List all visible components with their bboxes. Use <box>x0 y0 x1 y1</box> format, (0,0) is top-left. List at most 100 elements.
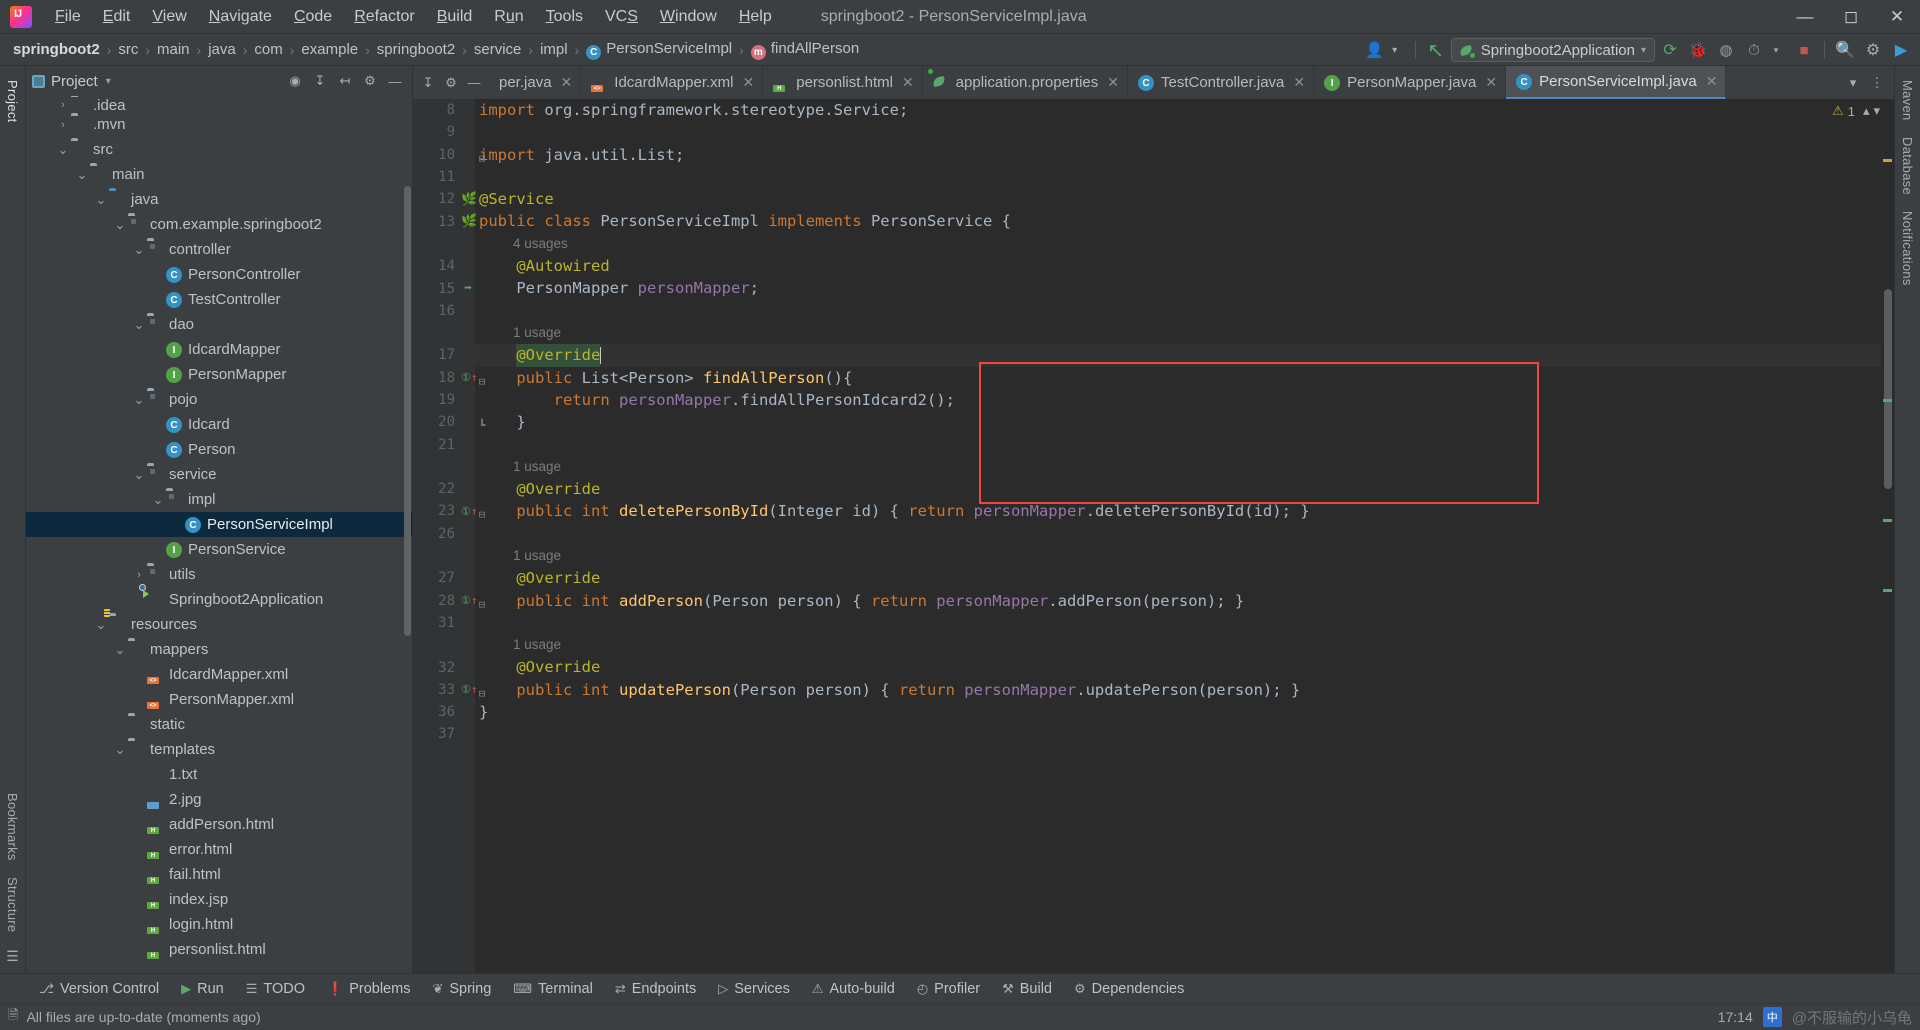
tree-node-pojo[interactable]: ⌄ pojo <box>26 387 412 412</box>
chevron-down-icon[interactable]: ⌄ <box>74 167 90 183</box>
chevron-down-icon[interactable]: ⌄ <box>112 217 128 233</box>
usage-hint[interactable]: 1 usage <box>475 634 1894 656</box>
run-icon[interactable]: ⟳ <box>1657 37 1683 63</box>
inspection-widget[interactable]: ⚠ 1 ▴ ▾ <box>1832 103 1880 119</box>
code-editor[interactable]: ⚠ 1 ▴ ▾ 8 9 10 11 12 🌿 13 🌿 14 15 ➡ 16 17 18 ①↑ 19 20 21 2… <box>413 99 1894 973</box>
tree-node-idcard[interactable]: C Idcard <box>26 412 412 437</box>
close-tab-icon[interactable]: ✕ <box>743 74 755 91</box>
breadcrumb-java[interactable]: java <box>205 39 239 60</box>
tree-node-static[interactable]: static <box>26 712 412 737</box>
breadcrumb-impl[interactable]: impl <box>537 39 571 60</box>
code-line-28[interactable]: public int addPerson (Person person) { re… <box>475 590 1894 612</box>
editor-tab-personserviceimpl-java[interactable]: C PersonServiceImpl.java ✕ <box>1506 66 1727 99</box>
code-fold-icon[interactable]: ⊟ <box>475 371 489 393</box>
breadcrumb-springboot2-pkg[interactable]: springboot2 <box>374 39 458 60</box>
breadcrumb-service[interactable]: service <box>471 39 525 60</box>
breadcrumb-class[interactable]: C PersonServiceImpl <box>583 38 735 62</box>
close-tab-icon[interactable]: ✕ <box>1107 74 1119 91</box>
bottom-tool-version-control[interactable]: ⎇ Version Control <box>30 978 168 1000</box>
tree-node-com-example-springboot2[interactable]: ⌄ com.example.springboot2 <box>26 212 412 237</box>
editor-tab-application-properties[interactable]: application.properties ✕ <box>923 66 1128 99</box>
tab-options-menu-icon[interactable]: ⋮ <box>1866 72 1888 94</box>
usage-hint[interactable]: 1 usage <box>475 322 1894 344</box>
tree-node-personmapper[interactable]: I PersonMapper <box>26 362 412 387</box>
code-line-14[interactable]: @Autowired <box>475 255 1894 277</box>
menu-file[interactable]: File <box>44 3 92 31</box>
breadcrumb-method[interactable]: m findAllPerson <box>748 38 862 62</box>
menu-run[interactable]: Run <box>483 3 534 31</box>
usage-hint[interactable]: 1 usage <box>475 456 1894 478</box>
chevron-right-icon[interactable]: › <box>55 119 71 131</box>
bottom-tool-window-bar[interactable]: ⎇ Version Control ▶ Run ☰ TODO ❗ Problems ❦ Sprin… <box>0 973 1920 1003</box>
breadcrumb-com[interactable]: com <box>251 39 285 60</box>
stop-icon[interactable]: ■ <box>1791 37 1817 63</box>
project-file-tree[interactable]: › .idea › .mvn ⌄ src ⌄ main ⌄ java ⌄ com.example.sp… <box>26 96 412 973</box>
tree-node-person[interactable]: C Person <box>26 437 412 462</box>
chevron-down-icon[interactable]: ⌄ <box>112 742 128 758</box>
chevron-down-icon[interactable]: ⌄ <box>131 317 147 333</box>
tab-list-dropdown-icon[interactable]: ▾ <box>1842 72 1864 94</box>
tree-node-idcardmapper[interactable]: I IdcardMapper <box>26 337 412 362</box>
override-method-icon[interactable]: ①↑ <box>461 594 478 607</box>
run-with-coverage-icon[interactable]: ◍ <box>1713 37 1739 63</box>
scrollbar-thumb[interactable] <box>1884 289 1892 489</box>
chevron-right-icon[interactable]: › <box>55 99 71 111</box>
code-line-8[interactable]: import org.springframework.stereotype. Se… <box>475 99 1894 121</box>
tool-window-notifications[interactable]: Notifications <box>1897 203 1918 294</box>
maximize-button[interactable]: ◻ <box>1828 0 1874 34</box>
code-line-16[interactable] <box>475 300 1894 322</box>
chevron-down-icon[interactable]: ▾ <box>106 76 111 87</box>
tree-node-mappers[interactable]: ⌄ mappers <box>26 637 412 662</box>
hide-panel-icon[interactable]: — <box>384 70 406 92</box>
code-line-18[interactable]: public List <Person> findAllPerson(){ <box>475 367 1894 389</box>
chevron-down-icon[interactable]: ⌄ <box>131 242 147 258</box>
code-line-13[interactable]: public class PersonServiceImpl implement… <box>475 210 1894 232</box>
code-line-33[interactable]: public int updatePerson (Person person) {… <box>475 679 1894 701</box>
menu-bar[interactable]: File Edit View Navigate Code Refactor Bu… <box>44 3 783 31</box>
editor-tabs[interactable]: per.java ✕ <> IdcardMapper.xml ✕ Hpersonlist.… <box>489 66 1836 99</box>
ide-assistant-icon[interactable]: ▶ <box>1888 37 1914 63</box>
code-line-21[interactable] <box>475 433 1894 455</box>
close-tab-icon[interactable]: ✕ <box>561 74 573 91</box>
chevron-up-icon[interactable]: ▴ <box>1863 103 1870 119</box>
bottom-tool-todo[interactable]: ☰ TODO <box>237 978 314 1000</box>
bottom-tool-problems[interactable]: ❗ Problems <box>318 978 419 1000</box>
code-line-20[interactable]: } <box>475 411 1894 433</box>
chevron-down-icon[interactable]: ⌄ <box>150 492 166 508</box>
tree-node-dao[interactable]: ⌄ dao <box>26 312 412 337</box>
menu-tools[interactable]: Tools <box>535 3 594 31</box>
menu-view[interactable]: View <box>141 3 197 31</box>
override-method-icon[interactable]: ①↑ <box>461 505 478 518</box>
spring-bean-icon[interactable]: 🌿 <box>461 192 477 207</box>
code-line-12[interactable]: @Service <box>475 188 1894 210</box>
bottom-tool-services[interactable]: ▷ Services <box>709 978 799 1000</box>
hide-editor-icon[interactable]: — <box>463 72 485 94</box>
settings-gear-icon[interactable]: ⚙ <box>440 72 462 94</box>
menu-vcs[interactable]: VCS <box>594 3 649 31</box>
menu-refactor[interactable]: Refactor <box>343 3 425 31</box>
usage-hint[interactable]: 1 usage <box>475 545 1894 567</box>
editor-vertical-scrollbar[interactable] <box>1881 99 1894 973</box>
tree-node-impl[interactable]: ⌄ impl <box>26 487 412 512</box>
chevron-down-icon[interactable]: ▾ <box>1763 37 1789 63</box>
chevron-down-icon[interactable]: ⌄ <box>93 192 109 208</box>
breadcrumb-src[interactable]: src <box>115 39 141 60</box>
editor-tab-per-java[interactable]: per.java ✕ <box>489 66 582 99</box>
close-tab-icon[interactable]: ✕ <box>1706 73 1718 90</box>
menu-edit[interactable]: Edit <box>92 3 142 31</box>
editor-tab-idcardmapper-xml[interactable]: <> IdcardMapper.xml ✕ <box>581 66 764 99</box>
tree-node-addperson-html[interactable]: HaddPerson.html <box>26 812 412 837</box>
tree-node-springboot2application[interactable]: Springboot2Application <box>26 584 412 612</box>
chevron-down-icon[interactable]: ⌄ <box>131 467 147 483</box>
code-fold-icon[interactable]: ⊟ <box>475 594 489 616</box>
tree-node-login-html[interactable]: Hlogin.html <box>26 912 412 937</box>
tree-node-personserviceimpl[interactable]: C PersonServiceImpl <box>26 512 412 537</box>
chevron-down-icon[interactable]: ⌄ <box>112 642 128 658</box>
settings-gear-icon[interactable]: ⚙ <box>359 70 381 92</box>
tree-node-java[interactable]: ⌄ java <box>26 187 412 212</box>
menu-navigate[interactable]: Navigate <box>198 3 283 31</box>
chevron-down-icon[interactable]: ⌄ <box>131 392 147 408</box>
breadcrumb-example[interactable]: example <box>298 39 361 60</box>
debug-icon[interactable]: 🐞 <box>1685 37 1711 63</box>
bottom-tool-terminal[interactable]: ⌨ Terminal <box>504 978 602 1000</box>
